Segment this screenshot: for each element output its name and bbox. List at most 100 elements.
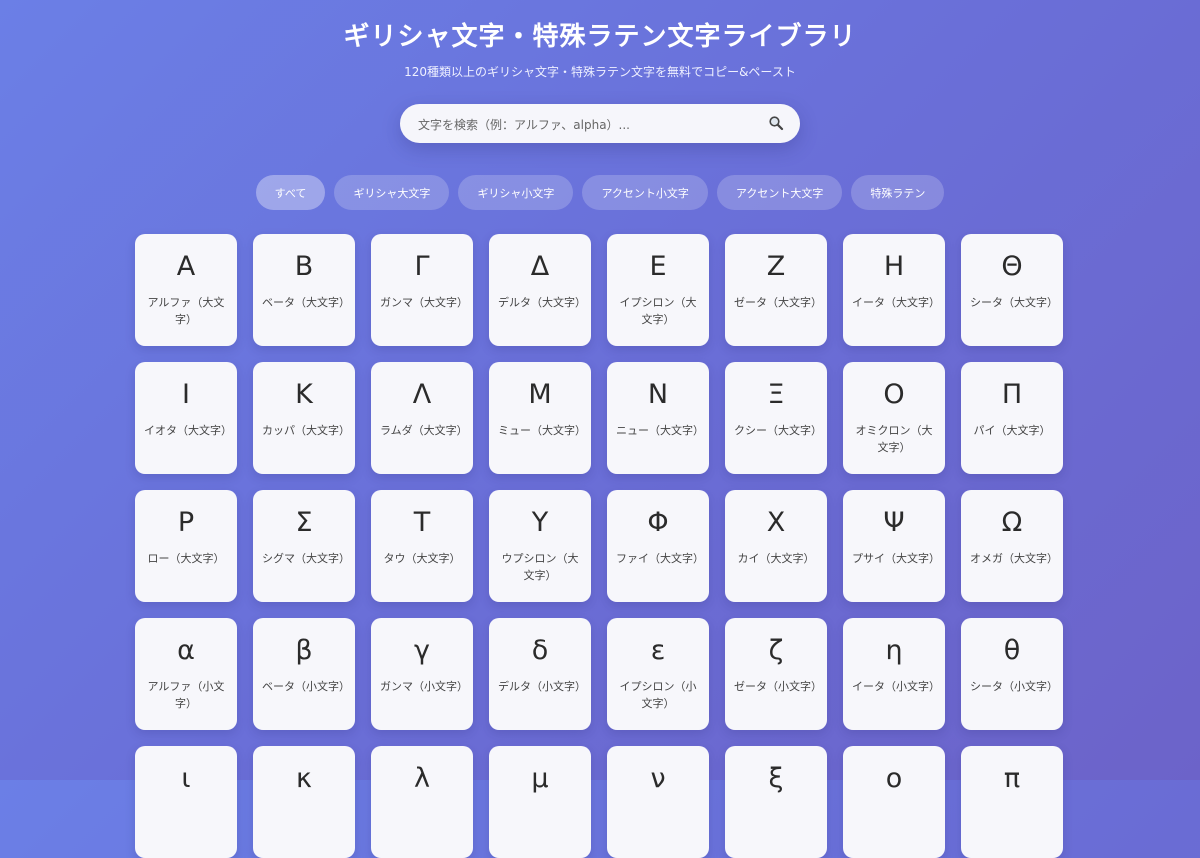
character-name: ゼータ（小文字） <box>734 680 822 693</box>
character-card[interactable]: α アルファ（小文字） <box>135 618 237 730</box>
filter-accent-uppercase[interactable]: アクセント大文字 <box>716 175 843 210</box>
character-card[interactable]: Γ ガンマ（大文字） <box>371 234 473 346</box>
character-card[interactable]: ν <box>607 746 709 858</box>
character-glyph: Ζ <box>766 251 786 282</box>
character-glyph: Ρ <box>177 507 195 538</box>
character-card[interactable]: Μ ミュー（大文字） <box>489 362 591 474</box>
character-card[interactable]: ζ ゼータ（小文字） <box>725 618 827 730</box>
character-card[interactable]: ε イプシロン（小文字） <box>607 618 709 730</box>
character-glyph: β <box>295 635 313 666</box>
character-glyph: Μ <box>528 379 552 410</box>
character-name: イプシロン（大文字） <box>619 296 697 326</box>
character-glyph: Η <box>883 251 905 282</box>
character-card[interactable]: ξ <box>725 746 827 858</box>
character-card[interactable]: Κ カッパ（大文字） <box>253 362 355 474</box>
character-glyph: ζ <box>768 635 784 666</box>
character-card[interactable]: Ω オメガ（大文字） <box>961 490 1063 602</box>
character-glyph: Ν <box>647 379 669 410</box>
character-name: ウプシロン（大文字） <box>501 552 579 582</box>
character-card[interactable]: ι <box>135 746 237 858</box>
character-name: イータ（小文字） <box>852 680 940 693</box>
character-card[interactable]: Η イータ（大文字） <box>843 234 945 346</box>
character-card[interactable]: Χ カイ（大文字） <box>725 490 827 602</box>
character-card[interactable]: η イータ（小文字） <box>843 618 945 730</box>
character-card[interactable]: λ <box>371 746 473 858</box>
character-card[interactable]: Ν ニュー（大文字） <box>607 362 709 474</box>
filter-all[interactable]: すべて <box>255 175 326 210</box>
character-card[interactable]: Σ シグマ（大文字） <box>253 490 355 602</box>
character-card[interactable]: Υ ウプシロン（大文字） <box>489 490 591 602</box>
character-card[interactable]: Ψ プサイ（大文字） <box>843 490 945 602</box>
character-name: カイ（大文字） <box>737 552 815 565</box>
filter-accent-lowercase[interactable]: アクセント小文字 <box>582 175 708 210</box>
character-glyph: ξ <box>768 763 784 794</box>
character-glyph: Λ <box>412 379 432 410</box>
character-name: パイ（大文字） <box>973 424 1051 437</box>
character-card[interactable]: β ベータ（小文字） <box>253 618 355 730</box>
search-input[interactable] <box>416 104 760 145</box>
character-card[interactable]: κ <box>253 746 355 858</box>
character-card[interactable]: Θ シータ（大文字） <box>961 234 1063 346</box>
character-glyph: π <box>1003 763 1021 794</box>
character-card[interactable]: Ι イオタ（大文字） <box>135 362 237 474</box>
character-glyph: Δ <box>530 251 550 282</box>
character-glyph: Γ <box>414 251 430 282</box>
character-card[interactable]: Τ タウ（大文字） <box>371 490 473 602</box>
character-glyph: ν <box>650 763 666 794</box>
character-name: ファイ（大文字） <box>616 552 704 565</box>
character-glyph: Ο <box>883 379 905 410</box>
character-name: ロー（大文字） <box>147 552 225 565</box>
character-card[interactable]: Λ ラムダ（大文字） <box>371 362 473 474</box>
character-glyph: Β <box>294 251 314 282</box>
character-name: ラムダ（大文字） <box>380 424 468 437</box>
character-glyph: ι <box>181 763 191 794</box>
character-name: イオタ（大文字） <box>144 424 232 437</box>
character-glyph: Φ <box>647 507 669 538</box>
character-card[interactable]: γ ガンマ（小文字） <box>371 618 473 730</box>
character-name: シータ（小文字） <box>970 680 1058 693</box>
character-card[interactable]: ο <box>843 746 945 858</box>
character-glyph: λ <box>414 763 430 794</box>
character-card[interactable]: Ρ ロー（大文字） <box>135 490 237 602</box>
character-glyph: α <box>177 635 195 666</box>
character-card[interactable]: Ξ クシー（大文字） <box>725 362 827 474</box>
character-card[interactable]: μ <box>489 746 591 858</box>
character-name: アルファ（小文字） <box>147 680 225 710</box>
character-name: デルタ（小文字） <box>498 680 586 693</box>
character-card[interactable]: Ζ ゼータ（大文字） <box>725 234 827 346</box>
character-name: シータ（大文字） <box>970 296 1058 309</box>
character-card[interactable]: Β ベータ（大文字） <box>253 234 355 346</box>
character-card[interactable]: Ε イプシロン（大文字） <box>607 234 709 346</box>
character-name: ニュー（大文字） <box>616 424 704 437</box>
character-glyph: Ψ <box>883 507 905 538</box>
filter-greek-uppercase[interactable]: ギリシャ大文字 <box>334 175 450 210</box>
filter-special-latin[interactable]: 特殊ラテン <box>851 175 945 210</box>
character-glyph: Τ <box>413 507 431 538</box>
character-card[interactable]: Α アルファ（大文字） <box>135 234 237 346</box>
character-name: クシー（大文字） <box>734 424 822 437</box>
character-glyph: μ <box>531 763 549 794</box>
magnifier-icon[interactable] <box>768 115 784 131</box>
character-name: タウ（大文字） <box>383 552 461 565</box>
page-title: ギリシャ文字・特殊ラテン文字ライブラリ <box>343 22 857 52</box>
character-name: シグマ（大文字） <box>262 552 350 565</box>
character-glyph: Υ <box>531 507 549 538</box>
filter-greek-lowercase[interactable]: ギリシャ小文字 <box>458 175 574 210</box>
character-glyph: Α <box>176 251 196 282</box>
character-card[interactable]: Φ ファイ（大文字） <box>607 490 709 602</box>
character-name: イプシロン（小文字） <box>619 680 697 710</box>
character-glyph: θ <box>1003 635 1021 666</box>
character-glyph: Ξ <box>767 379 785 410</box>
character-card[interactable]: Π パイ（大文字） <box>961 362 1063 474</box>
character-glyph: ε <box>650 635 666 666</box>
character-card[interactable]: Δ デルタ（大文字） <box>489 234 591 346</box>
character-glyph: γ <box>414 635 430 666</box>
character-card[interactable]: θ シータ（小文字） <box>961 618 1063 730</box>
character-glyph: Π <box>1001 379 1023 410</box>
character-card[interactable]: Ο オミクロン（大文字） <box>843 362 945 474</box>
character-glyph: Ι <box>182 379 190 410</box>
character-glyph: Θ <box>1001 251 1023 282</box>
character-card[interactable]: π <box>961 746 1063 858</box>
character-card[interactable]: δ デルタ（小文字） <box>489 618 591 730</box>
character-glyph: κ <box>296 763 312 794</box>
